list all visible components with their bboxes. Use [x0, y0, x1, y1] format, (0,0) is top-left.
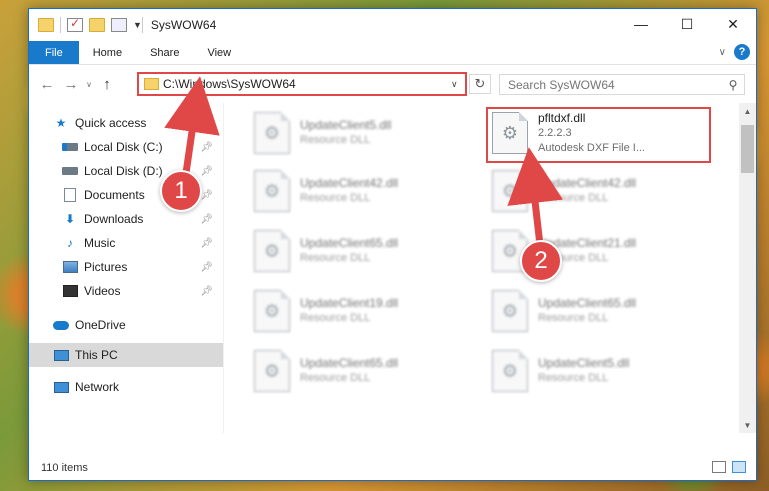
step-2-badge: 2: [520, 240, 562, 282]
arrow-to-target-file: [507, 147, 563, 246]
step-1-badge: 1: [160, 170, 202, 212]
annotation-arrows: [164, 76, 563, 246]
arrow-to-address-bar: [164, 76, 220, 181]
